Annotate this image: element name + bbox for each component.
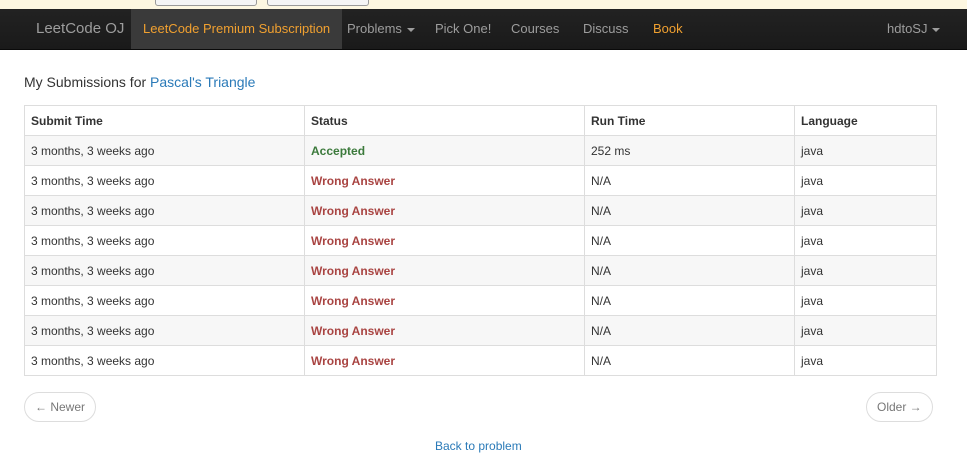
column-header-submit-time: Submit Time	[24, 105, 305, 136]
navbar: LeetCode OJ LeetCode Premium Subscriptio…	[0, 9, 967, 50]
cell-run-time: N/A	[584, 255, 795, 286]
cell-language: java	[794, 165, 937, 196]
nav-problems-dropdown[interactable]: Problems	[347, 9, 415, 49]
table-row: 3 months, 3 weeks ago Wrong Answer N/A j…	[24, 345, 937, 376]
cell-status: Accepted	[304, 135, 585, 166]
cell-language: java	[794, 195, 937, 226]
cell-language: java	[794, 255, 937, 286]
table-row: 3 months, 3 weeks ago Wrong Answer N/A j…	[24, 255, 937, 286]
cell-submit-time: 3 months, 3 weeks ago	[24, 315, 305, 346]
submissions-table: Submit Time Status Run Time Language 3 m…	[24, 105, 937, 376]
cell-run-time: N/A	[584, 225, 795, 256]
cell-run-time: N/A	[584, 165, 795, 196]
cell-submit-time: 3 months, 3 weeks ago	[24, 135, 305, 166]
cell-submit-time: 3 months, 3 weeks ago	[24, 345, 305, 376]
cell-run-time: N/A	[584, 195, 795, 226]
status-link-wrong-answer[interactable]: Wrong Answer	[311, 174, 395, 188]
nav-pick-one[interactable]: Pick One!	[435, 9, 491, 49]
status-link-wrong-answer[interactable]: Wrong Answer	[311, 204, 395, 218]
table-row: 3 months, 3 weeks ago Wrong Answer N/A j…	[24, 285, 937, 316]
table-row: 3 months, 3 weeks ago Accepted 252 ms ja…	[24, 135, 937, 166]
cell-status: Wrong Answer	[304, 345, 585, 376]
column-header-status: Status	[304, 105, 585, 136]
column-header-run-time: Run Time	[584, 105, 795, 136]
newer-button[interactable]: ← Newer	[24, 392, 97, 422]
page-title-prefix: My Submissions for	[24, 74, 147, 90]
table-row: 3 months, 3 weeks ago Wrong Answer N/A j…	[24, 195, 937, 226]
nav-problems-label: Problems	[347, 21, 402, 36]
cell-submit-time: 3 months, 3 weeks ago	[24, 225, 305, 256]
status-link-wrong-answer[interactable]: Wrong Answer	[311, 234, 395, 248]
chevron-down-icon	[932, 27, 941, 32]
column-header-language: Language	[794, 105, 937, 136]
nav-discuss[interactable]: Discuss	[583, 9, 629, 49]
back-to-problem-link[interactable]: Back to problem	[435, 439, 522, 453]
nav-premium-subscription[interactable]: LeetCode Premium Subscription	[131, 9, 343, 49]
cell-submit-time: 3 months, 3 weeks ago	[24, 195, 305, 226]
cell-language: java	[794, 285, 937, 316]
cell-status: Wrong Answer	[304, 195, 585, 226]
cell-language: java	[794, 135, 937, 166]
table-header-row: Submit Time Status Run Time Language	[24, 105, 937, 136]
table-row: 3 months, 3 weeks ago Wrong Answer N/A j…	[24, 165, 937, 196]
cell-run-time: N/A	[584, 345, 795, 376]
top-strip-button-right[interactable]	[267, 0, 369, 6]
cell-submit-time: 3 months, 3 weeks ago	[24, 285, 305, 316]
nav-courses[interactable]: Courses	[511, 9, 559, 49]
status-link-accepted[interactable]: Accepted	[311, 144, 365, 158]
cell-status: Wrong Answer	[304, 255, 585, 286]
cell-language: java	[794, 315, 937, 346]
chevron-down-icon	[406, 27, 415, 32]
page-title: My Submissions for Pascal's Triangle	[24, 74, 255, 90]
cell-submit-time: 3 months, 3 weeks ago	[24, 255, 305, 286]
status-link-wrong-answer[interactable]: Wrong Answer	[311, 264, 395, 278]
cell-status: Wrong Answer	[304, 225, 585, 256]
cell-status: Wrong Answer	[304, 285, 585, 316]
cell-run-time: N/A	[584, 285, 795, 316]
nav-book[interactable]: Book	[653, 9, 683, 49]
cell-submit-time: 3 months, 3 weeks ago	[24, 165, 305, 196]
older-button[interactable]: Older →	[866, 392, 933, 422]
user-name: hdtoSJ	[887, 21, 928, 36]
table-row: 3 months, 3 weeks ago Wrong Answer N/A j…	[24, 225, 937, 256]
problem-link[interactable]: Pascal's Triangle	[150, 74, 255, 90]
cell-run-time: N/A	[584, 315, 795, 346]
cell-language: java	[794, 345, 937, 376]
cell-language: java	[794, 225, 937, 256]
cell-run-time: 252 ms	[584, 135, 795, 166]
status-link-wrong-answer[interactable]: Wrong Answer	[311, 324, 395, 338]
user-menu-dropdown[interactable]: hdtoSJ	[887, 9, 941, 49]
navbar-brand[interactable]: LeetCode OJ	[36, 9, 124, 49]
status-link-wrong-answer[interactable]: Wrong Answer	[311, 294, 395, 308]
cell-status: Wrong Answer	[304, 315, 585, 346]
top-strip-button-left[interactable]	[155, 0, 257, 6]
cell-status: Wrong Answer	[304, 165, 585, 196]
table-row: 3 months, 3 weeks ago Wrong Answer N/A j…	[24, 315, 937, 346]
status-link-wrong-answer[interactable]: Wrong Answer	[311, 354, 395, 368]
